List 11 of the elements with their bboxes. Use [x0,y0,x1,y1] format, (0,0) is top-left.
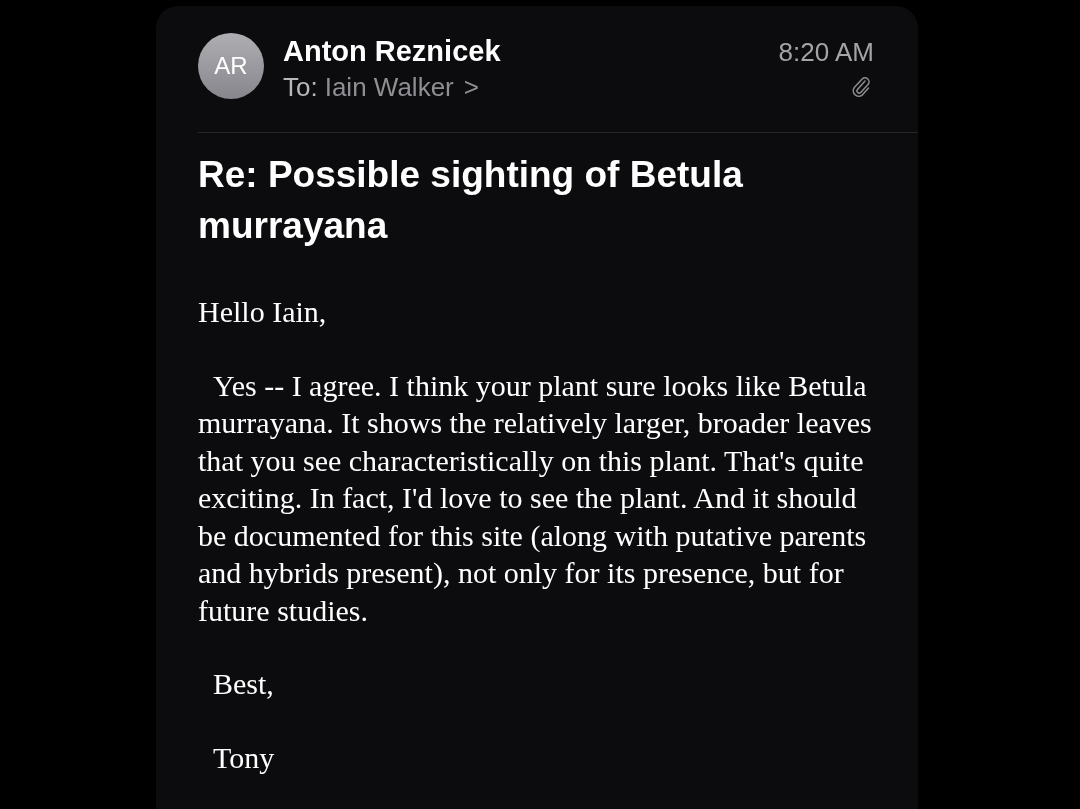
body-paragraph: Hello Iain, [198,294,328,330]
body-paragraph: Yes -- I agree. I think your plant sure looks like Betula murrayana. It shows the relatively larger, broader leaves that you see characteristically on this plant. That's quite exciting. In fact, I'd love to see the plant. And it should be documented for this site (along with putative parents and hybrids present), not only for its presence, but for future studies. [198,367,873,629]
avatar: AR [198,33,264,99]
recipient-link[interactable]: Iain Walker [324,72,454,102]
chevron-icon[interactable]: > [463,72,479,102]
to-label: To: [283,72,318,102]
body-paragraph: Tony [212,739,276,776]
sender-name: Anton Reznicek [283,34,502,68]
email-subject: Re: Possible sighting of Betula murrayana [198,153,744,248]
sent-time-label: 8:20 AM [778,36,874,69]
body-paragraph: Best, [212,666,275,702]
